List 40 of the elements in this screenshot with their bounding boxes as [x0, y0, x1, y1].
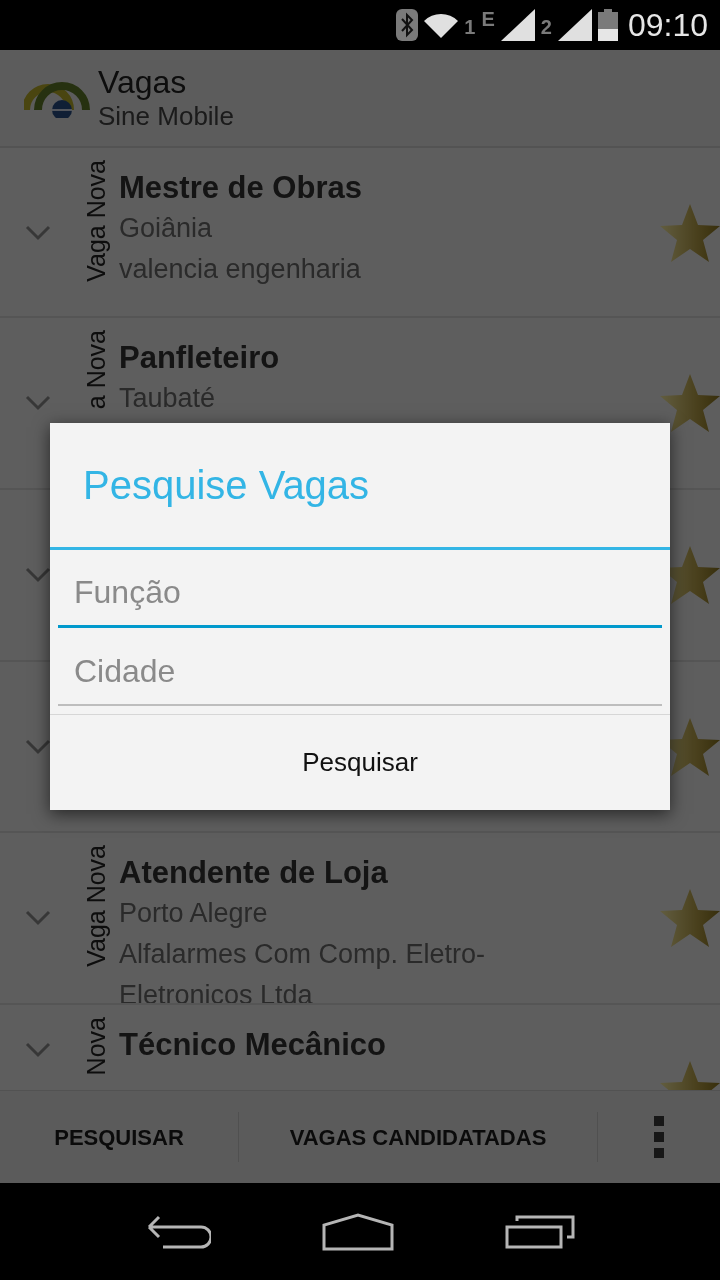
recent-apps-button[interactable] [504, 1214, 575, 1249]
network-type-label: E [481, 7, 495, 32]
action-button[interactable]: PESQUISAR [0, 1091, 238, 1183]
new-job-label: Vaga Nova [82, 160, 110, 282]
more-icon [654, 1116, 664, 1158]
job-title: Atendente de Loja [119, 854, 389, 892]
sim-label: 2 [540, 15, 552, 40]
text-input-field[interactable]: Cidade [58, 638, 662, 706]
chevron-down-icon [25, 567, 51, 583]
back-icon [145, 1214, 212, 1249]
signal-icon [557, 9, 592, 41]
text-input-field[interactable]: Função [58, 560, 662, 628]
recent-apps-icon [504, 1214, 575, 1249]
new-job-label: Vaga Nova [82, 845, 110, 967]
new-job-label: a Nova [82, 330, 110, 410]
action-button[interactable]: VAGAS CANDIDATADAS [239, 1091, 597, 1183]
wifi-icon [424, 12, 459, 38]
app-title: Vagas [98, 64, 188, 100]
chevron-down-icon [25, 225, 51, 241]
signal-icon [500, 9, 535, 41]
star-icon[interactable] [660, 373, 720, 433]
job-title: Mestre de Obras [119, 169, 363, 207]
search-button[interactable]: Pesquisar [50, 715, 670, 810]
sim-label: 1 [464, 15, 476, 40]
chevron-down-icon [25, 739, 51, 755]
clock-time: 09:10 [627, 6, 708, 45]
chevron-down-icon [25, 1042, 51, 1058]
chevron-down-icon [25, 395, 51, 411]
job-title: Técnico Mecânico [119, 1026, 388, 1064]
back-button[interactable] [145, 1214, 212, 1249]
star-icon[interactable] [660, 203, 720, 263]
new-job-label: Nova [82, 1017, 110, 1076]
star-icon[interactable] [660, 888, 720, 948]
bluetooth-icon [396, 9, 419, 41]
battery-icon [597, 9, 618, 41]
home-button[interactable] [322, 1212, 394, 1251]
home-icon [322, 1212, 394, 1251]
app-subtitle: Sine Mobile [98, 100, 234, 132]
chevron-down-icon [25, 910, 51, 926]
job-title: Panfleteiro [119, 339, 281, 377]
